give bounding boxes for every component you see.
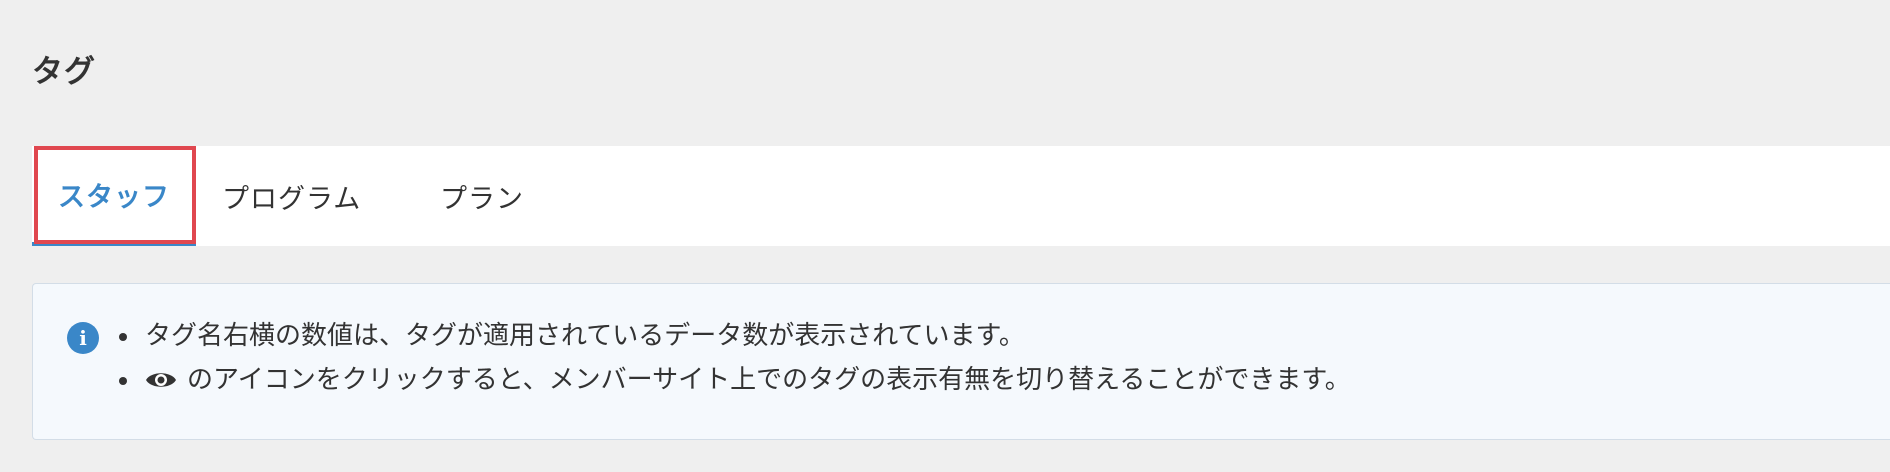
notice-item-text: のアイコンをクリックすると、メンバーサイト上でのタグの表示有無を切り替えることが… xyxy=(187,365,1351,395)
notice-list: タグ名右横の数値は、タグが適用されているデータ数が表示されています。 のアイコン… xyxy=(115,314,1351,402)
notice-item-text: タグ名右横の数値は、タグが適用されているデータ数が表示されています。 xyxy=(145,321,1025,351)
page-title: タグ xyxy=(32,54,96,90)
tab-plan[interactable]: プラン xyxy=(412,146,552,246)
tab-bar: スタッフ プログラム プラン xyxy=(32,146,1890,246)
notice-item: タグ名右横の数値は、タグが適用されているデータ数が表示されています。 xyxy=(115,314,1351,358)
eye-icon xyxy=(145,369,177,391)
notice-item: のアイコンをクリックすると、メンバーサイト上でのタグの表示有無を切り替えることが… xyxy=(115,358,1351,402)
info-icon: i xyxy=(67,322,99,354)
tab-staff[interactable]: スタッフ xyxy=(32,146,196,246)
tab-program[interactable]: プログラム xyxy=(222,146,422,246)
info-notice: i タグ名右横の数値は、タグが適用されているデータ数が表示されています。 のアイ… xyxy=(32,283,1890,440)
